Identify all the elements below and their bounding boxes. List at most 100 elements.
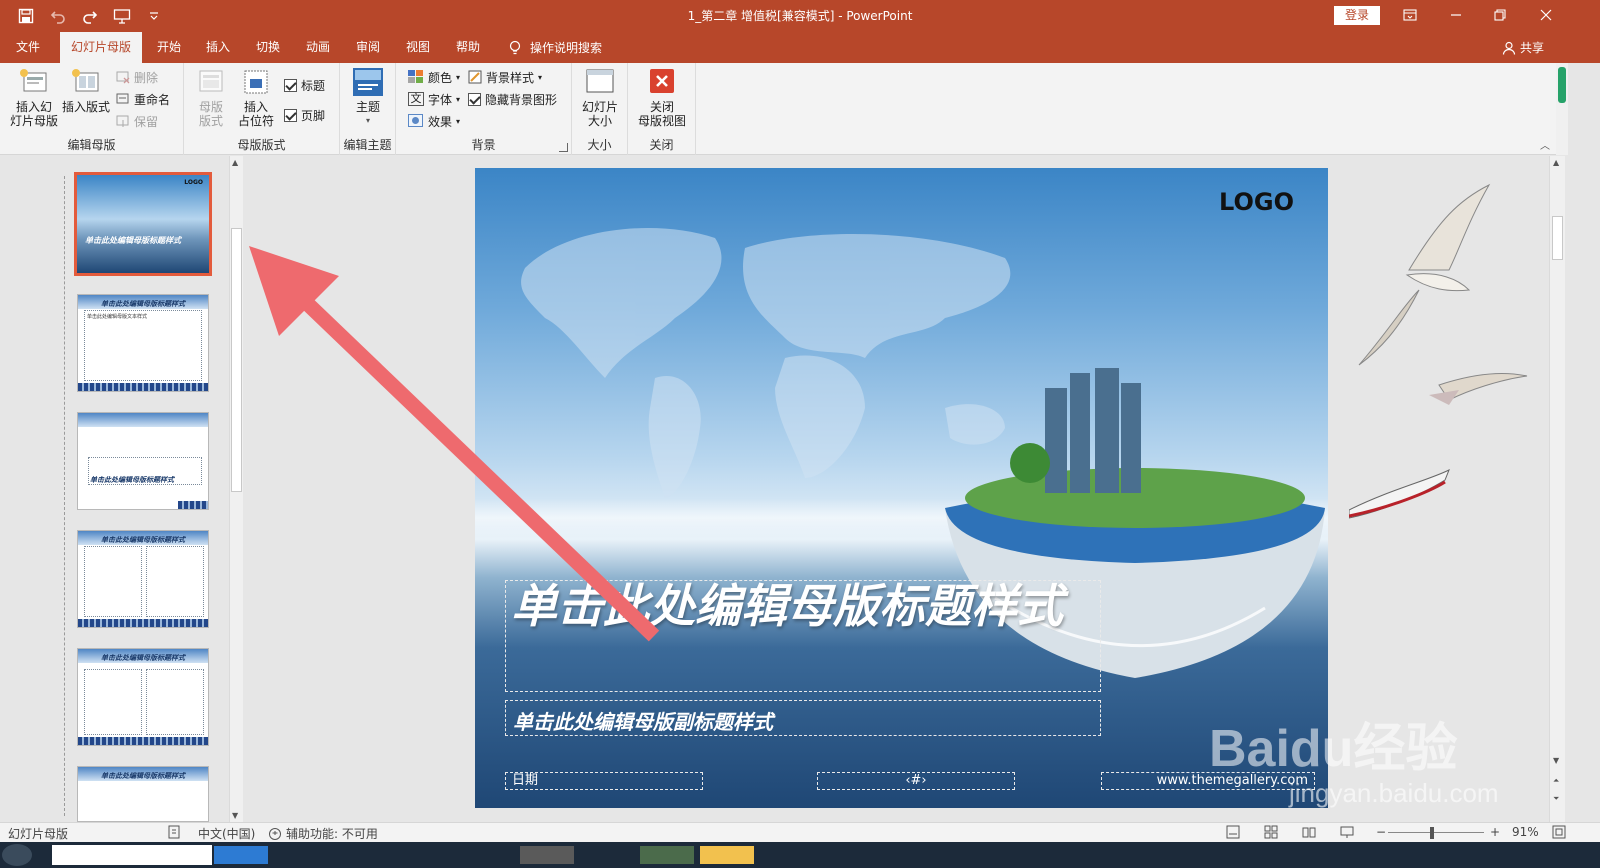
thumbnail-scroll-thumb[interactable] xyxy=(231,228,242,492)
restore-icon[interactable] xyxy=(1488,4,1512,26)
group-background: 颜色 ▾ 文 字体 ▾ 效果 ▾ 背景样式 ▾ 隐藏背景图形 背景 xyxy=(396,63,572,155)
taskbar-app[interactable] xyxy=(640,846,694,864)
zoom-slider-handle[interactable] xyxy=(1430,827,1434,839)
hide-background-graphics-box[interactable] xyxy=(468,92,481,106)
tab-slide-master[interactable]: 幻灯片母版 xyxy=(60,32,142,63)
zoom-out-icon[interactable]: − xyxy=(1376,825,1386,839)
spelling-check-icon[interactable] xyxy=(168,825,182,842)
tab-home[interactable]: 开始 xyxy=(148,32,190,63)
canvas-scrollbar[interactable]: ▲ ▼ ⏶ ⏷ xyxy=(1549,156,1565,822)
thumbnail-layout-title-content[interactable]: 单击此处编辑母版标题样式 单击此处编辑母版文本样式 xyxy=(77,294,209,392)
taskbar-app-powerpoint[interactable] xyxy=(700,846,754,864)
title-checkbox-box[interactable] xyxy=(284,78,297,92)
rename-button[interactable]: 重命名 xyxy=(116,89,170,109)
accessibility-status[interactable]: 辅助功能: 不可用 xyxy=(268,825,378,842)
group-label-master-layout: 母版版式 xyxy=(237,138,286,152)
scroll-up-icon[interactable]: ▲ xyxy=(232,158,238,167)
insert-slide-master-button[interactable]: 插入幻 灯片母版 xyxy=(6,67,62,128)
themes-button[interactable]: 主题 ▾ xyxy=(348,67,388,128)
thumbnail-layout-section[interactable]: 单击此处编辑母版标题样式 xyxy=(77,412,209,510)
start-button[interactable] xyxy=(2,844,32,866)
effects-dropdown-icon: ▾ xyxy=(456,116,461,126)
tab-file[interactable]: 文件 xyxy=(6,32,50,63)
minimize-icon[interactable] xyxy=(1444,4,1468,26)
tab-insert[interactable]: 插入 xyxy=(198,32,238,63)
background-dialog-launcher-icon[interactable] xyxy=(559,143,568,152)
background-styles-button[interactable]: 背景样式 ▾ xyxy=(468,67,542,87)
thumbnail-layout-comparison[interactable]: 单击此处编辑母版标题样式 xyxy=(77,648,209,746)
previous-slide-icon[interactable]: ⏶ xyxy=(1553,776,1559,786)
reading-view-icon[interactable] xyxy=(1302,825,1316,842)
tab-view[interactable]: 视图 xyxy=(398,32,438,63)
ribbon-scrollbar[interactable] xyxy=(1556,63,1568,155)
baidu-watermark-site: jingyan.baidu.com xyxy=(1289,778,1499,808)
slide-size-button[interactable]: 幻灯片 大小 xyxy=(578,67,622,128)
footer-checkbox-box[interactable] xyxy=(284,108,297,122)
tab-help[interactable]: 帮助 xyxy=(448,32,488,63)
slide-size-icon xyxy=(584,67,616,97)
thumbnail-background xyxy=(77,175,209,273)
taskbar-app[interactable] xyxy=(520,846,574,864)
status-view-name: 幻灯片母版 xyxy=(8,827,69,841)
scroll-down-icon[interactable]: ▼ xyxy=(1553,756,1559,765)
title-checkbox-label: 标题 xyxy=(301,78,326,93)
group-label-edit-master: 编辑母版 xyxy=(67,138,116,152)
person-icon xyxy=(1502,41,1516,55)
scroll-up-icon[interactable]: ▲ xyxy=(1553,158,1559,167)
scroll-down-icon[interactable]: ▼ xyxy=(232,811,238,820)
group-master-layout: 母版 版式 插入 占位符 标题 页脚 母版版式 xyxy=(184,63,340,155)
colors-button[interactable]: 颜色 ▾ xyxy=(408,67,460,87)
tell-me-search[interactable]: 操作说明搜索 xyxy=(508,32,602,63)
footer-checkbox[interactable]: 页脚 xyxy=(284,105,325,125)
accessibility-label: 辅助功能: 不可用 xyxy=(286,827,378,841)
preserve-button[interactable]: 保留 xyxy=(116,111,158,131)
zoom-level[interactable]: 91% xyxy=(1512,825,1539,839)
slide-subtitle-placeholder[interactable]: 单击此处编辑母版副标题样式 xyxy=(513,706,773,735)
zoom-in-icon[interactable]: + xyxy=(1490,825,1500,839)
effects-button[interactable]: 效果 ▾ xyxy=(408,111,460,131)
colors-dropdown-icon: ▾ xyxy=(456,72,461,82)
share-button[interactable]: 共享 xyxy=(1502,32,1544,63)
insert-layout-button[interactable]: 插入版式 xyxy=(60,67,112,114)
slide-size-label: 幻灯片 大小 xyxy=(581,100,618,128)
fit-to-window-icon[interactable] xyxy=(1552,825,1566,842)
slide-number-placeholder[interactable]: ‹#› xyxy=(817,772,1015,790)
insert-placeholder-button[interactable]: 插入 占位符 xyxy=(234,67,278,128)
slideshow-icon[interactable] xyxy=(1340,825,1354,842)
taskbar-search-box[interactable] xyxy=(52,845,212,865)
fonts-button[interactable]: 文 字体 ▾ xyxy=(408,89,460,109)
tab-review[interactable]: 审阅 xyxy=(348,32,388,63)
zoom-slider[interactable] xyxy=(1388,832,1484,833)
os-taskbar xyxy=(0,842,1600,868)
insert-layout-icon xyxy=(70,67,102,97)
normal-view-icon[interactable] xyxy=(1264,825,1278,842)
tab-animations[interactable]: 动画 xyxy=(298,32,338,63)
next-slide-icon[interactable]: ⏷ xyxy=(1553,794,1559,804)
login-button[interactable]: 登录 xyxy=(1334,6,1380,25)
notes-icon[interactable] xyxy=(1226,825,1240,842)
thumbnail-layout-title-only[interactable]: 单击此处编辑母版标题样式 xyxy=(77,766,209,822)
master-layout-button[interactable]: 母版 版式 xyxy=(190,67,232,128)
title-checkbox[interactable]: 标题 xyxy=(284,75,325,95)
thumbnail-layout-two-content[interactable]: 单击此处编辑母版标题样式 xyxy=(77,530,209,628)
ribbon-scroll-thumb[interactable] xyxy=(1558,67,1566,103)
date-placeholder[interactable]: 日期 xyxy=(505,772,703,790)
thumbnail-scrollbar[interactable]: ▲ ▼ xyxy=(229,156,243,822)
delete-button[interactable]: 删除 xyxy=(116,67,158,87)
canvas-scroll-thumb[interactable] xyxy=(1552,216,1563,260)
thumbnail-title: 单击此处编辑母版标题样式 xyxy=(101,772,185,780)
ribbon-display-options-icon[interactable] xyxy=(1398,4,1422,26)
group-edit-theme: 主题 ▾ 编辑主题 xyxy=(340,63,396,155)
close-master-view-button[interactable]: 关闭 母版视图 xyxy=(634,67,690,128)
thumbnail-slide-master[interactable]: LOGO 单击此处编辑母版标题样式 xyxy=(74,172,212,276)
hide-background-graphics-checkbox[interactable]: 隐藏背景图形 xyxy=(468,89,557,109)
title-bar: 1_第二章 增值税[兼容模式] - PowerPoint 登录 xyxy=(0,0,1600,32)
taskbar-app[interactable] xyxy=(214,846,268,864)
thumbnail-logo: LOGO xyxy=(184,179,203,186)
thumbnail-title: 单击此处编辑母版标题样式 xyxy=(101,536,185,544)
collapse-ribbon-icon[interactable]: ︿ xyxy=(1540,137,1550,152)
status-language[interactable]: 中文(中国) xyxy=(198,825,255,842)
tab-transitions[interactable]: 切换 xyxy=(248,32,288,63)
close-window-icon[interactable] xyxy=(1534,4,1558,26)
group-size: 幻灯片 大小 大小 xyxy=(572,63,628,155)
